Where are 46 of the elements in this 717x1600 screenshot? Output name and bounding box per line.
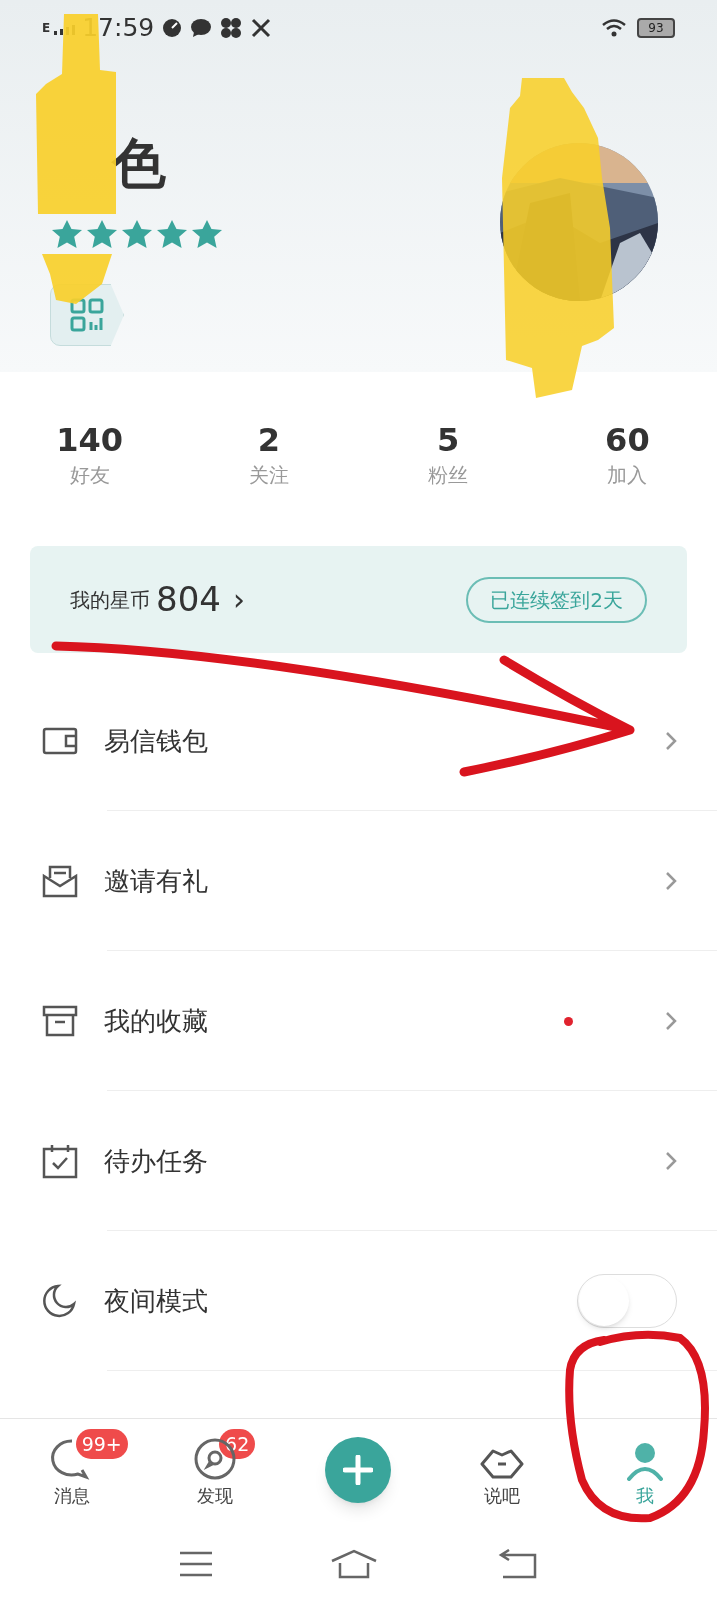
menu-label: 邀请有礼 xyxy=(104,864,208,898)
stat-count: 2 xyxy=(257,420,280,460)
gauge-icon xyxy=(162,18,183,38)
stat-label: 好友 xyxy=(69,462,110,489)
menu-item[interactable]: 夜间模式 xyxy=(0,1231,717,1371)
stat-count: 5 xyxy=(437,420,460,460)
menu-item[interactable]: 我的收藏 xyxy=(0,951,717,1091)
menu-item[interactable]: 邀请有礼 xyxy=(0,811,717,951)
chevron-right-icon xyxy=(665,871,677,891)
menu-item[interactable]: 易信钱包 xyxy=(0,671,717,811)
coin-count: 804 xyxy=(156,578,221,621)
stat-count: 140 xyxy=(56,420,123,460)
envelope-icon xyxy=(42,864,78,898)
moon-icon xyxy=(42,1284,76,1318)
tab-item[interactable]: 说吧 xyxy=(478,1435,525,1511)
chevron-right-icon xyxy=(665,1011,677,1031)
menu-icon[interactable] xyxy=(178,1551,213,1577)
menu-label: 夜间模式 xyxy=(104,1284,208,1318)
chevron-icon[interactable]: › xyxy=(232,577,245,622)
stat-label: 粉丝 xyxy=(428,462,469,489)
chevron-right-icon xyxy=(665,1151,677,1171)
coin-label: 我的星币 xyxy=(70,586,150,614)
stat-count: 60 xyxy=(605,420,650,460)
person-icon xyxy=(625,1441,666,1481)
menu-label: 我的收藏 xyxy=(104,1004,208,1038)
lips-icon xyxy=(478,1447,525,1481)
wallet-icon xyxy=(42,727,78,755)
chevron-right-icon xyxy=(665,731,677,751)
network-type: E xyxy=(42,20,51,37)
count-badge: 99+ xyxy=(75,1429,128,1459)
menu-item[interactable]: 待办任务 xyxy=(0,1091,717,1231)
menu-label: 易信钱包 xyxy=(104,724,208,758)
archive-box-icon xyxy=(42,1005,78,1037)
stat-label: 关注 xyxy=(248,462,289,489)
chat-bubble-icon xyxy=(190,18,213,38)
plus-icon xyxy=(343,1455,374,1485)
stat-label: 加入 xyxy=(607,462,648,489)
wifi-icon xyxy=(601,18,627,38)
qr-code-icon xyxy=(70,298,104,332)
home-icon[interactable] xyxy=(329,1549,378,1579)
battery-level: 93 xyxy=(637,18,675,38)
toggle-switch[interactable] xyxy=(577,1274,677,1328)
checked-calendar-icon xyxy=(42,1143,78,1179)
add-button[interactable] xyxy=(325,1437,392,1503)
menu-label: 待办任务 xyxy=(104,1144,208,1178)
fan-icon xyxy=(220,17,243,39)
